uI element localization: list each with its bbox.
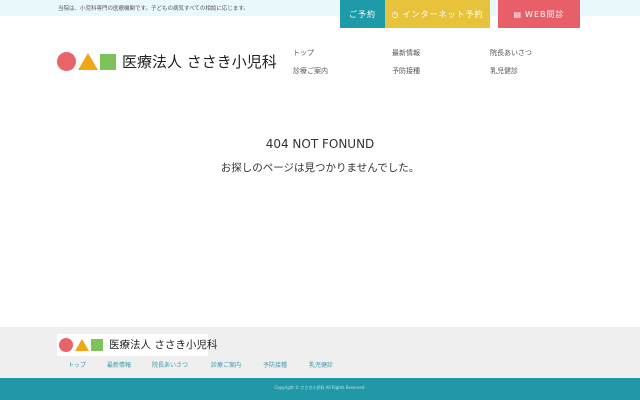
reservation-button[interactable]: ご予約 xyxy=(340,0,385,28)
internet-reservation-button[interactable]: ◷ インターネット予約 xyxy=(385,0,490,28)
footer: 医療法人 ささき小児科 トップ 最新情報 院長あいさつ 診療ご案内 予防接種 乳… xyxy=(0,327,640,378)
footer-nav-top[interactable]: トップ xyxy=(68,360,86,369)
tagline: 当院は、小児科専門の医療機関です。子どもの病気すべての相談に応じます。 xyxy=(58,6,249,12)
nav-checkup[interactable]: 乳児健診 xyxy=(490,66,518,76)
triangle-icon xyxy=(78,53,98,70)
copyright: Copyright © ささき小児科 All Rights Reserved. xyxy=(0,378,640,400)
circle-icon xyxy=(57,52,76,71)
error-title: 404 NOT FONUND xyxy=(265,137,375,151)
nav-guide[interactable]: 診療ご案内 xyxy=(293,66,328,76)
nav-top[interactable]: トップ xyxy=(293,48,314,58)
logo-text: 医療法人 ささき小児科 xyxy=(122,53,277,71)
square-icon xyxy=(91,338,103,351)
nav-greeting[interactable]: 院長あいさつ xyxy=(490,48,532,58)
circle-icon xyxy=(59,337,73,352)
square-icon xyxy=(100,53,116,70)
nav-news[interactable]: 最新情報 xyxy=(392,48,420,58)
reservation-label: ご予約 xyxy=(349,9,376,19)
footer-nav-vaccination[interactable]: 予防接種 xyxy=(263,360,287,369)
internet-reservation-label: インターネット予約 xyxy=(402,9,484,19)
footer-nav-guide[interactable]: 診療ご案内 xyxy=(211,360,241,369)
footer-logo[interactable]: 医療法人 ささき小児科 xyxy=(57,334,217,356)
footer-logo-text: 医療法人 ささき小児科 xyxy=(109,339,218,351)
triangle-icon xyxy=(75,338,89,351)
nav-vaccination[interactable]: 予防接種 xyxy=(392,66,420,76)
footer-nav-checkup[interactable]: 乳児健診 xyxy=(309,360,333,369)
footer-nav-news[interactable]: 最新情報 xyxy=(107,360,131,369)
footer-nav-greeting[interactable]: 院長あいさつ xyxy=(152,360,188,369)
clock-icon: ◷ xyxy=(391,9,400,19)
web-questionnaire-label: WEB問診 xyxy=(525,9,565,19)
error-message: お探しのページは見つかりませんでした。 xyxy=(220,162,420,174)
web-questionnaire-button[interactable]: ▤ WEB問診 xyxy=(498,0,580,28)
clipboard-icon: ▤ xyxy=(513,9,523,19)
site-logo[interactable]: 医療法人 ささき小児科 xyxy=(57,51,277,72)
